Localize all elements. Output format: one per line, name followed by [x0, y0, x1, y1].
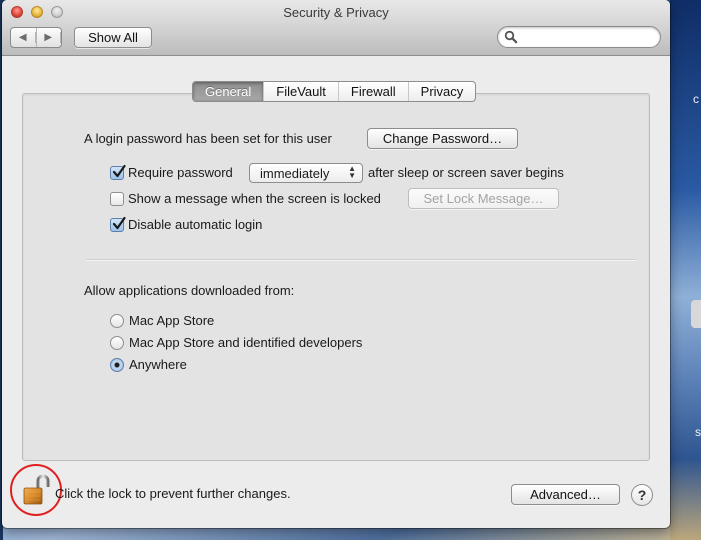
titlebar: Security & Privacy ◀ ▶ Show All: [2, 0, 670, 56]
advanced-button[interactable]: Advanced…: [511, 484, 620, 505]
lock-status-text: Click the lock to prevent further change…: [55, 486, 291, 501]
popup-selected-value: immediately: [260, 166, 330, 181]
tab-general[interactable]: General: [193, 82, 265, 101]
radio-label-mac-app-store: Mac App Store: [129, 313, 215, 328]
disable-automatic-login-checkbox[interactable]: [110, 216, 126, 232]
up-down-arrows-icon: ▲ ▼: [348, 164, 356, 180]
desktop-background: [670, 0, 701, 540]
search-field[interactable]: [497, 26, 661, 48]
require-password-suffix: after sleep or screen saver begins: [368, 165, 564, 180]
tab-bar: General FileVault Firewall Privacy: [192, 81, 477, 102]
radio-label-anywhere: Anywhere: [129, 357, 187, 372]
require-password-delay-popup[interactable]: immediately ▲ ▼: [249, 163, 363, 183]
forward-button[interactable]: ▶: [37, 28, 61, 47]
radio-mac-app-store[interactable]: [110, 314, 124, 328]
set-lock-message-button[interactable]: Set Lock Message…: [408, 188, 559, 209]
back-button[interactable]: ◀: [11, 28, 37, 47]
disable-automatic-login-label: Disable automatic login: [128, 217, 263, 232]
back-forward-control: ◀ ▶: [10, 27, 62, 48]
desktop-icon-fragment: s: [695, 425, 701, 439]
help-button[interactable]: ?: [631, 484, 653, 506]
desktop-widget-fragment: [691, 300, 701, 328]
desktop-icon-fragment: c: [693, 92, 699, 106]
magnifier-icon: [504, 30, 518, 44]
tab-privacy[interactable]: Privacy: [409, 82, 476, 101]
triangle-right-icon: ▶: [37, 32, 61, 43]
tab-firewall[interactable]: Firewall: [339, 82, 409, 101]
allow-apps-heading: Allow applications downloaded from:: [84, 283, 295, 298]
checkmark-icon: [112, 164, 126, 178]
checkmark-icon: [112, 216, 126, 230]
radio-anywhere[interactable]: [110, 358, 124, 372]
login-password-label: A login password has been set for this u…: [84, 131, 332, 146]
security-privacy-window: Security & Privacy ◀ ▶ Show All General …: [2, 0, 670, 528]
show-message-checkbox[interactable]: [110, 192, 124, 206]
show-all-button[interactable]: Show All: [74, 27, 152, 48]
require-password-label: Require password: [128, 165, 233, 180]
radio-label-mac-app-store-identified: Mac App Store and identified developers: [129, 335, 363, 350]
radio-mac-app-store-identified[interactable]: [110, 336, 124, 350]
section-divider: [86, 259, 636, 260]
change-password-button[interactable]: Change Password…: [367, 128, 518, 149]
require-password-checkbox[interactable]: [110, 164, 126, 180]
show-message-label: Show a message when the screen is locked: [128, 191, 381, 206]
search-input[interactable]: [520, 29, 654, 45]
window-title: Security & Privacy: [283, 5, 389, 20]
triangle-left-icon: ◀: [11, 32, 36, 43]
question-mark-icon: ?: [637, 487, 647, 503]
general-panel: [22, 93, 650, 461]
tab-filevault[interactable]: FileVault: [264, 82, 339, 101]
